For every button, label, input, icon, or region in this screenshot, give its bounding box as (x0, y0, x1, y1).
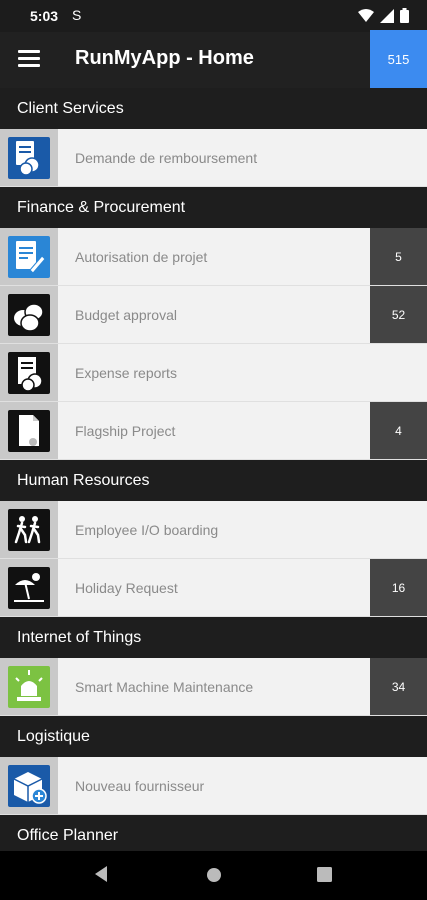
navigation-bar (0, 851, 427, 900)
list-item[interactable]: Budget approval 52 (0, 286, 427, 344)
list-item[interactable]: Expense reports (0, 344, 427, 402)
total-count-badge[interactable]: 515 (370, 30, 427, 88)
list-item-label: Employee I/O boarding (75, 521, 219, 538)
list-item-icon-cell (0, 658, 58, 715)
list-item[interactable]: Autorisation de projet 5 (0, 228, 427, 286)
section-header: Client Services (0, 88, 427, 129)
list-item-icon-cell (0, 228, 58, 285)
list-item-label: Holiday Request (75, 579, 178, 596)
count-badge: 4 (370, 402, 427, 459)
page-title: RunMyApp - Home (75, 47, 254, 69)
count-badge: 5 (370, 228, 427, 285)
list-item[interactable]: Smart Machine Maintenance 34 (0, 658, 427, 716)
menu-icon[interactable] (18, 50, 40, 70)
section-header: Office Planner (0, 815, 427, 851)
list-item-icon-cell (0, 501, 58, 558)
box-add-icon (8, 764, 50, 807)
document-icon (8, 409, 50, 452)
count-badge: 16 (370, 559, 427, 616)
list-item[interactable]: Flagship Project 4 (0, 402, 427, 460)
people-walking-icon (8, 508, 50, 551)
status-icons (358, 8, 409, 23)
list-item-label: Expense reports (75, 364, 177, 381)
list-item-label: Autorisation de projet (75, 248, 208, 265)
app-bar: RunMyApp - Home (0, 32, 427, 88)
app-list[interactable]: Client Services Demande de remboursement F… (0, 88, 427, 851)
list-item-label: Budget approval (75, 306, 177, 323)
list-item-label: Flagship Project (75, 422, 176, 439)
list-item[interactable]: Employee I/O boarding (0, 501, 427, 559)
list-item-icon-cell (0, 402, 58, 459)
wifi-icon (358, 8, 374, 22)
list-item[interactable]: Holiday Request 16 (0, 559, 427, 617)
section-header: Human Resources (0, 460, 427, 501)
section-header: Logistique (0, 716, 427, 757)
list-item-label: Nouveau fournisseur (75, 777, 205, 794)
document-pen-icon (8, 235, 50, 278)
section-header: Internet of Things (0, 617, 427, 658)
list-item-icon-cell (0, 757, 58, 814)
list-item[interactable]: Nouveau fournisseur (0, 757, 427, 815)
list-item-label: Demande de remboursement (75, 149, 258, 166)
list-item-label: Smart Machine Maintenance (75, 678, 254, 695)
beach-icon (8, 566, 50, 609)
status-bar: 5:03 S (0, 0, 427, 32)
count-badge: 34 (370, 658, 427, 715)
list-item-icon-cell (0, 559, 58, 616)
back-icon[interactable] (93, 865, 109, 883)
list-item[interactable]: Demande de remboursement (0, 129, 427, 187)
battery-icon (400, 8, 409, 23)
document-coins-icon (8, 136, 50, 179)
list-item-icon-cell (0, 129, 58, 186)
recents-icon[interactable] (317, 867, 332, 882)
home-icon[interactable] (206, 867, 222, 883)
signal-icon (380, 8, 394, 23)
alarm-light-icon (8, 665, 50, 708)
count-badge: 52 (370, 286, 427, 343)
coins-icon (8, 293, 50, 336)
list-item-icon-cell (0, 286, 58, 343)
status-time: 5:03 (30, 8, 59, 24)
sync-icon: S (72, 7, 82, 23)
list-item-icon-cell (0, 344, 58, 401)
receipt-coins-icon (8, 351, 50, 394)
section-header: Finance & Procurement (0, 187, 427, 228)
